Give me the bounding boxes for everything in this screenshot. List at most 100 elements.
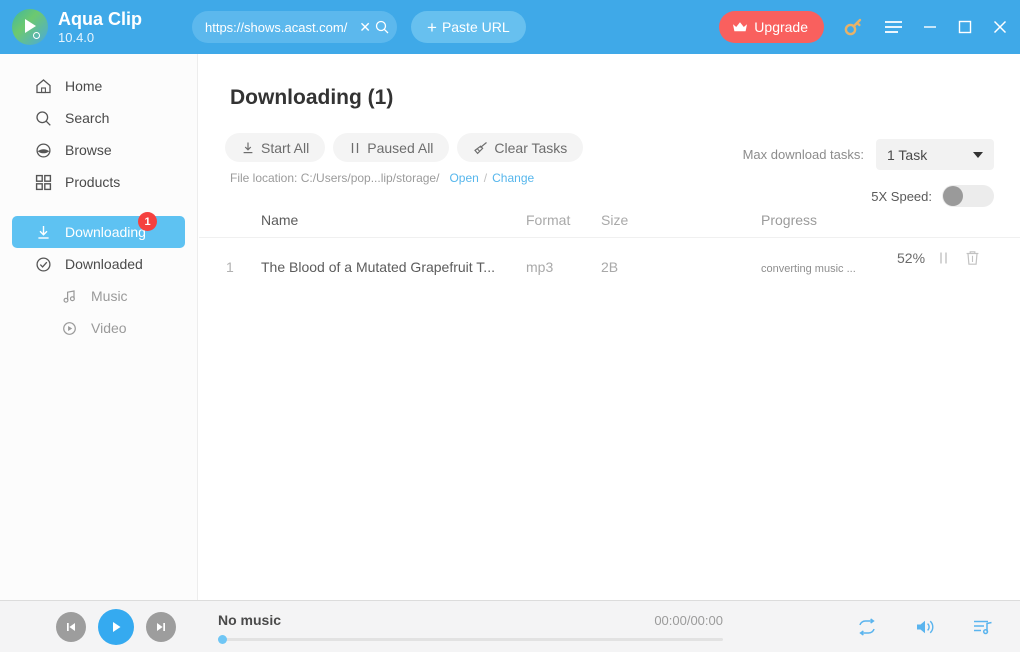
sidebar-item-label: Products — [65, 174, 121, 190]
app-window: Aqua Clip 10.4.0 https://shows.acast.com… — [0, 0, 1020, 652]
column-format: Format — [526, 212, 571, 228]
search-icon[interactable] — [375, 20, 389, 34]
key-icon[interactable] — [842, 16, 864, 38]
sidebar-divider-space — [0, 198, 197, 216]
clear-tasks-label: Clear Tasks — [494, 139, 568, 156]
pause-icon — [349, 141, 361, 155]
max-download-tasks-label: Max download tasks: — [742, 147, 864, 162]
table-row[interactable]: 1 The Blood of a Mutated Grapefruit T...… — [199, 236, 1020, 298]
clear-tasks-button[interactable]: Clear Tasks — [457, 133, 584, 162]
track-time: 00:00/00:00 — [654, 613, 723, 628]
playlist-icon[interactable] — [972, 618, 994, 636]
speed-label: 5X Speed: — [871, 188, 932, 204]
download-icon — [34, 223, 52, 241]
skip-previous-icon[interactable] — [56, 611, 86, 642]
change-location-link[interactable]: Change — [492, 171, 534, 185]
row-name: The Blood of a Mutated Grapefruit T... — [261, 259, 495, 275]
track-info: No music 00:00/00:00 — [218, 612, 723, 644]
sidebar-item-label: Search — [65, 110, 110, 126]
paused-all-button[interactable]: Paused All — [333, 133, 450, 162]
max-download-tasks-group: Max download tasks: 1 Task — [743, 139, 994, 170]
link-separator: / — [483, 171, 488, 185]
broom-icon — [473, 141, 488, 155]
start-all-label: Start All — [261, 139, 310, 156]
task-toolbar: Start All Paused All Clear Tasks — [225, 133, 584, 162]
paste-url-button[interactable]: + Paste URL — [411, 11, 526, 43]
sidebar-item-label: Browse — [65, 142, 112, 158]
downloading-badge: 1 — [138, 212, 157, 231]
sidebar: Home Search Browse Products Downloading … — [0, 54, 198, 600]
paused-all-label: Paused All — [367, 139, 434, 156]
clear-url-icon[interactable]: ✕ — [359, 19, 371, 36]
column-name: Name — [261, 212, 299, 228]
brand-block: Aqua Clip 10.4.0 — [58, 8, 142, 45]
skip-next-icon[interactable] — [146, 611, 176, 642]
sidebar-item-search[interactable]: Search — [12, 102, 185, 134]
track-title: No music — [218, 612, 282, 628]
player-bar: No music 00:00/00:00 — [0, 600, 1020, 652]
play-button[interactable] — [98, 608, 134, 645]
app-logo: Aqua Clip 10.4.0 — [12, 9, 142, 45]
play-circle-logo-icon — [12, 9, 48, 45]
sidebar-item-products[interactable]: Products — [12, 166, 185, 198]
play-circle-icon — [60, 319, 78, 337]
search-icon — [34, 109, 52, 127]
start-all-button[interactable]: Start All — [225, 133, 326, 162]
open-location-link[interactable]: Open — [449, 171, 478, 185]
toggle-knob — [943, 186, 963, 206]
player-controls-right — [820, 617, 1020, 636]
app-name: Aqua Clip — [58, 8, 142, 29]
upgrade-button[interactable]: Upgrade — [719, 11, 824, 43]
max-download-tasks-value: 1 Task — [887, 146, 928, 163]
progress-percent: 52% — [897, 250, 926, 266]
row-index: 1 — [226, 259, 234, 275]
title-bar: Aqua Clip 10.4.0 https://shows.acast.com… — [0, 0, 1020, 54]
chevron-down-icon — [973, 151, 983, 158]
file-location-bar: File location: C:/Users/pop...lip/storag… — [230, 171, 534, 185]
sidebar-item-home[interactable]: Home — [12, 70, 185, 102]
row-size: 2B — [601, 259, 619, 275]
row-format: mp3 — [526, 259, 554, 275]
url-input-container[interactable]: https://shows.acast.com/ ✕ — [192, 11, 397, 43]
repeat-icon[interactable] — [856, 617, 878, 636]
file-location-path: File location: C:/Users/pop...lip/storag… — [230, 171, 440, 185]
page-title: Downloading (1) — [230, 86, 394, 109]
minimize-icon[interactable] — [922, 19, 938, 35]
sidebar-item-browse[interactable]: Browse — [12, 134, 185, 166]
sidebar-item-label: Downloading — [65, 224, 146, 240]
plus-icon: + — [427, 17, 437, 37]
hamburger-menu-icon[interactable] — [884, 20, 903, 34]
sidebar-item-music[interactable]: Music — [12, 280, 185, 312]
sidebar-item-downloaded[interactable]: Downloaded — [12, 248, 185, 280]
main-content: Downloading (1) Start All Paused All Cle… — [199, 54, 1020, 600]
sidebar-item-label: Music — [91, 288, 128, 304]
window-controls-group: Upgrade — [719, 11, 1020, 43]
sidebar-item-video[interactable]: Video — [12, 312, 185, 344]
upgrade-label: Upgrade — [754, 19, 808, 35]
volume-icon[interactable] — [914, 618, 936, 636]
progress-bar-wrap: converting music ... — [761, 259, 891, 275]
max-download-tasks-select[interactable]: 1 Task — [876, 139, 994, 170]
sidebar-item-downloading[interactable]: Downloading 1 — [12, 212, 185, 248]
download-arrow-icon — [241, 141, 255, 155]
column-size: Size — [601, 212, 629, 228]
download-task-table: Name Format Size Progress 1 The Blood of… — [199, 204, 1020, 298]
sidebar-item-label: Downloaded — [65, 256, 143, 272]
home-icon — [34, 77, 52, 95]
row-delete-icon[interactable] — [965, 250, 980, 266]
crown-icon — [732, 21, 748, 33]
row-pause-icon[interactable] — [938, 251, 949, 265]
app-version: 10.4.0 — [58, 29, 95, 45]
grid-icon — [34, 173, 52, 191]
paste-url-label: Paste URL — [441, 19, 510, 35]
column-progress: Progress — [761, 212, 818, 228]
compass-icon — [34, 141, 52, 159]
track-progress-slider[interactable] — [218, 635, 723, 644]
table-header-row: Name Format Size Progress — [199, 204, 1020, 236]
check-circle-icon — [34, 255, 52, 273]
track-progress-handle[interactable] — [218, 635, 227, 644]
url-input[interactable]: https://shows.acast.com/ — [205, 20, 355, 35]
close-icon[interactable] — [992, 19, 1008, 35]
maximize-icon[interactable] — [957, 19, 973, 35]
sidebar-item-label: Home — [65, 78, 103, 94]
